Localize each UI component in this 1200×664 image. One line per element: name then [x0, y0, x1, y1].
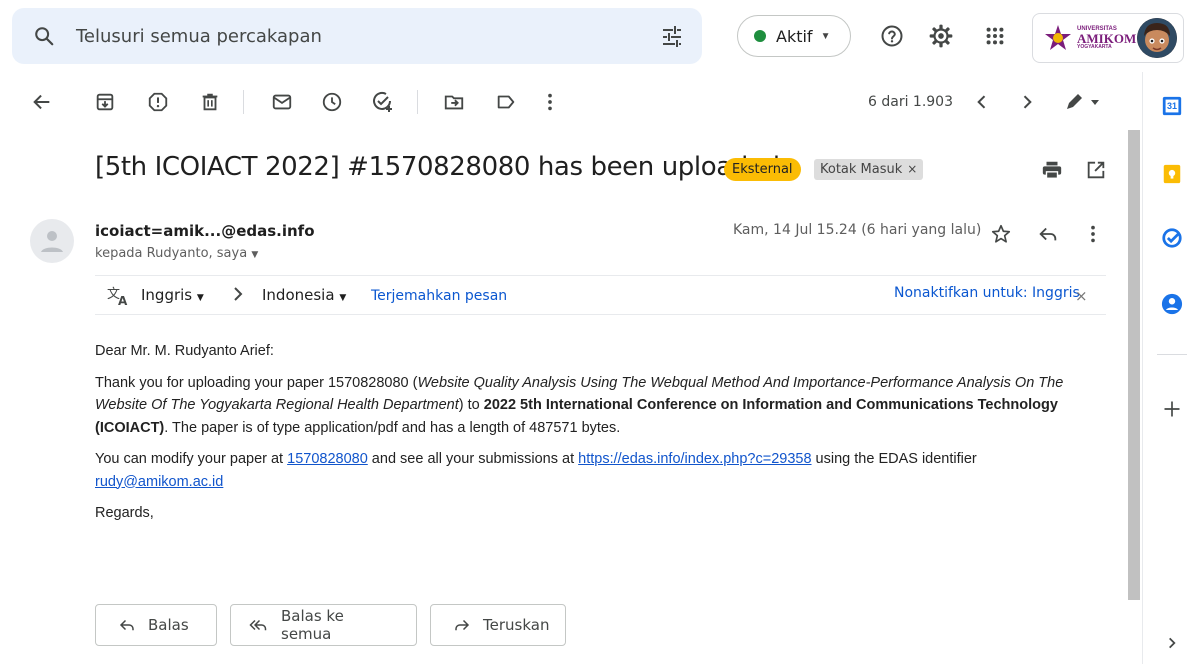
status-dot: [754, 30, 766, 42]
mark-unread-icon[interactable]: [268, 88, 296, 116]
translation-bar: 文A Inggris ▼ Indonesia ▼ Terjemahkan pes…: [95, 275, 1106, 315]
add-task-icon[interactable]: [368, 88, 396, 116]
message-body: Dear Mr. M. Rudyanto Arief: Thank you fo…: [95, 340, 1105, 534]
star-icon[interactable]: [985, 218, 1017, 250]
label-external-badge: Eksternal: [724, 158, 801, 181]
forward-label: Teruskan: [483, 616, 550, 634]
search-bar[interactable]: Telusuri semua percakapan: [12, 8, 702, 64]
apps-grid-icon[interactable]: [979, 20, 1011, 52]
label-inbox-chip[interactable]: Kotak Masuk ×: [814, 159, 924, 180]
keep-icon[interactable]: [1158, 160, 1186, 188]
settings-gear-icon[interactable]: [925, 20, 957, 52]
pagination-count: 6 dari 1.903: [868, 94, 953, 110]
body-text: Thank you for uploading your paper 15708…: [95, 374, 418, 391]
tasks-icon[interactable]: [1158, 224, 1186, 252]
open-new-window-icon[interactable]: [1080, 154, 1112, 186]
target-language-dropdown[interactable]: Indonesia ▼: [262, 286, 346, 304]
label-inbox-text: Kotak Masuk: [820, 162, 903, 177]
reply-all-icon: [247, 616, 269, 634]
snooze-icon[interactable]: [318, 88, 346, 116]
recipients-text: kepada Rudyanto, saya: [95, 246, 248, 261]
chevron-down-icon: ▼: [820, 30, 831, 42]
move-to-icon[interactable]: [440, 88, 468, 116]
recipients-chevron-down-icon[interactable]: ▼: [251, 250, 258, 260]
body-text: using the EDAS identifier: [811, 451, 977, 467]
chevron-down-icon: ▼: [196, 293, 204, 303]
chevron-right-icon: [232, 286, 244, 306]
search-icon[interactable]: [26, 18, 62, 54]
older-chevron-right-icon[interactable]: [1013, 88, 1041, 116]
label-remove-icon[interactable]: ×: [907, 159, 917, 180]
email-link[interactable]: rudy@amikom.ac.id: [95, 474, 223, 490]
source-language-dropdown[interactable]: Inggris ▼: [141, 286, 204, 304]
message-toolbar: 6 dari 1.903: [0, 74, 1120, 130]
body-paragraph-1: Thank you for uploading your paper 15708…: [95, 372, 1105, 440]
forward-icon: [453, 616, 471, 634]
regards: Regards,: [95, 505, 154, 521]
amikom-logo: UNIVERSITAS AMIKOM YOGYAKARTA: [1043, 23, 1136, 53]
reply-label: Balas: [148, 616, 189, 634]
disable-translation-link[interactable]: Nonaktifkan untuk: Inggris: [894, 285, 1080, 301]
translate-message-link[interactable]: Terjemahkan pesan: [371, 288, 507, 304]
print-icon[interactable]: [1036, 154, 1068, 186]
add-icon[interactable]: [1158, 395, 1186, 423]
newer-chevron-left-icon[interactable]: [968, 88, 996, 116]
forward-button[interactable]: Teruskan: [430, 604, 566, 646]
sender-address[interactable]: icoiact=amik...@edas.info: [95, 222, 315, 240]
contacts-icon[interactable]: [1158, 290, 1186, 318]
side-divider: [1157, 354, 1187, 355]
svg-text:A: A: [118, 294, 128, 307]
body-text: You can modify your paper at: [95, 451, 288, 467]
status-label: Aktif: [776, 26, 813, 46]
status-dropdown[interactable]: Aktif ▼: [737, 15, 851, 57]
more-options-icon[interactable]: [1077, 218, 1109, 250]
chevron-down-icon: ▼: [339, 293, 347, 303]
calendar-day: 31: [1166, 101, 1177, 111]
archive-icon[interactable]: [91, 88, 119, 116]
reply-all-label: Balas ke semua: [281, 607, 344, 643]
source-language: Inggris: [141, 286, 193, 304]
top-bar: Telusuri semua percakapan Aktif ▼ UNIVER…: [0, 0, 1200, 72]
body-text: ) to: [458, 397, 484, 413]
back-arrow-icon[interactable]: [28, 88, 56, 116]
reply-icon: [118, 616, 136, 634]
account-button[interactable]: UNIVERSITAS AMIKOM YOGYAKARTA: [1032, 13, 1184, 63]
calendar-icon[interactable]: 31: [1158, 92, 1186, 120]
reply-button[interactable]: Balas: [95, 604, 217, 646]
delete-icon[interactable]: [196, 88, 224, 116]
paper-link[interactable]: 1570828080: [287, 451, 368, 467]
avatar[interactable]: [1137, 18, 1177, 58]
toolbar-divider: [417, 90, 418, 114]
body-paragraph-2: You can modify your paper at 1570828080 …: [95, 448, 1105, 493]
body-text: and see all your submissions at: [367, 451, 579, 467]
report-spam-icon[interactable]: [144, 88, 172, 116]
reply-all-button[interactable]: Balas ke semua: [230, 604, 417, 646]
greeting: Dear Mr. M. Rudyanto Arief:: [95, 343, 274, 359]
close-translation-icon[interactable]: ×: [1075, 287, 1088, 305]
reply-icon[interactable]: [1032, 218, 1064, 250]
email-subject: [5th ICOIACT 2022] #1570828080 has been …: [95, 152, 780, 182]
submissions-link[interactable]: https://edas.info/index.php?c=29358: [578, 451, 811, 467]
body-text: . The paper is of type application/pdf a…: [164, 419, 621, 436]
expand-chevron-right-icon[interactable]: [1158, 629, 1186, 657]
sender-avatar: [30, 219, 74, 263]
input-tools-pen-icon[interactable]: [1060, 88, 1104, 116]
target-language: Indonesia: [262, 286, 335, 304]
message-date: Kam, 14 Jul 15.24 (6 hari yang lalu): [733, 222, 982, 238]
scrollbar[interactable]: [1128, 130, 1140, 600]
side-panel: 31: [1142, 72, 1200, 664]
search-options-icon[interactable]: [660, 24, 684, 53]
search-input[interactable]: Telusuri semua percakapan: [76, 26, 322, 47]
help-icon[interactable]: [876, 20, 908, 52]
toolbar-divider: [243, 90, 244, 114]
recipients[interactable]: kepada Rudyanto, saya ▼: [95, 246, 258, 261]
label-icon[interactable]: [492, 88, 520, 116]
more-vert-icon[interactable]: [536, 88, 564, 116]
translate-icon: 文A: [107, 285, 131, 311]
